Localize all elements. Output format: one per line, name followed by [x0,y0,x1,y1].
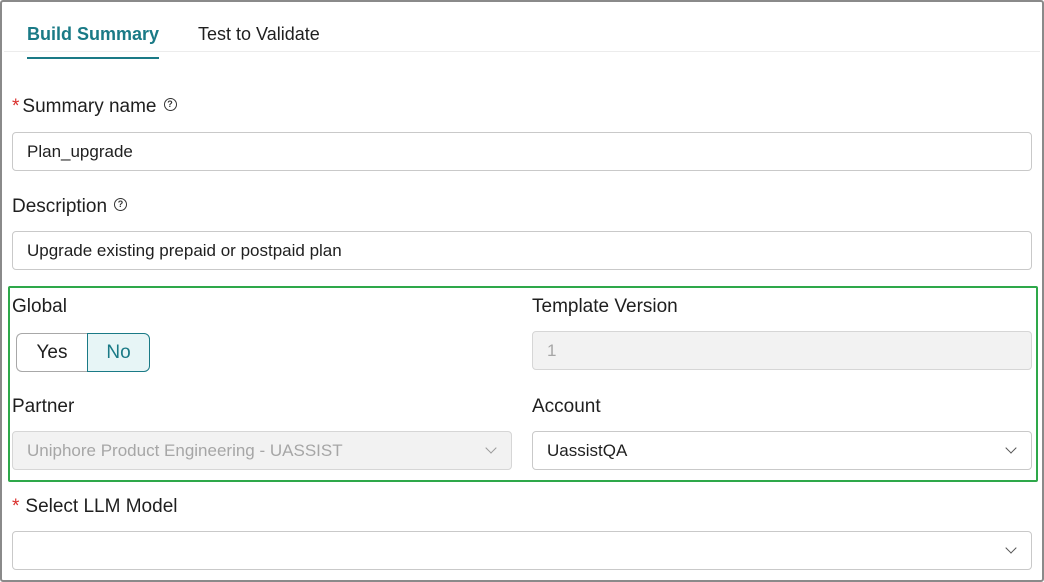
chevron-down-icon [485,442,497,454]
llm-model-select[interactable] [12,531,1032,570]
template-version-label: Template Version [532,296,678,318]
form-panel: Build Summary Test to Validate * Summary… [0,0,1044,582]
template-version-label-text: Template Version [532,296,678,317]
chevron-down-icon [1005,542,1017,554]
description-value: Upgrade existing prepaid or postpaid pla… [27,240,342,260]
description-label-text: Description [12,196,108,217]
account-label-text: Account [532,396,601,417]
required-marker: * [12,496,20,517]
partner-label: Partner [12,396,74,418]
required-marker: * [12,96,20,117]
help-icon[interactable]: ? [163,97,177,111]
description-label: Description ? [12,196,128,218]
tab-test-to-validate[interactable]: Test to Validate [198,24,320,45]
summary-name-value: Plan_upgrade [27,141,133,161]
tab-build-summary[interactable]: Build Summary [27,24,160,59]
chevron-down-icon [1005,442,1017,454]
llm-model-label: * Select LLM Model [12,496,177,518]
global-no-option[interactable]: No [87,333,150,372]
global-label: Global [12,296,67,318]
llm-model-label-text: Select LLM Model [25,496,178,517]
global-label-text: Global [12,296,67,317]
template-version-input[interactable]: 1 [532,331,1032,370]
template-version-value: 1 [547,340,557,360]
description-input[interactable]: Upgrade existing prepaid or postpaid pla… [12,231,1032,270]
tab-bar: Build Summary Test to Validate [4,4,1040,59]
account-select[interactable]: UassistQA [532,431,1032,470]
summary-name-label: * Summary name ? [12,96,177,118]
summary-name-label-text: Summary name [22,96,157,117]
partner-value: Uniphore Product Engineering - UASSIST [27,440,343,460]
global-toggle: Yes No [16,333,150,372]
global-yes-option[interactable]: Yes [16,333,87,372]
account-label: Account [532,396,601,418]
help-icon[interactable]: ? [114,197,128,211]
account-value: UassistQA [547,440,628,460]
partner-select[interactable]: Uniphore Product Engineering - UASSIST [12,431,512,470]
summary-name-input[interactable]: Plan_upgrade [12,132,1032,171]
partner-label-text: Partner [12,396,75,417]
